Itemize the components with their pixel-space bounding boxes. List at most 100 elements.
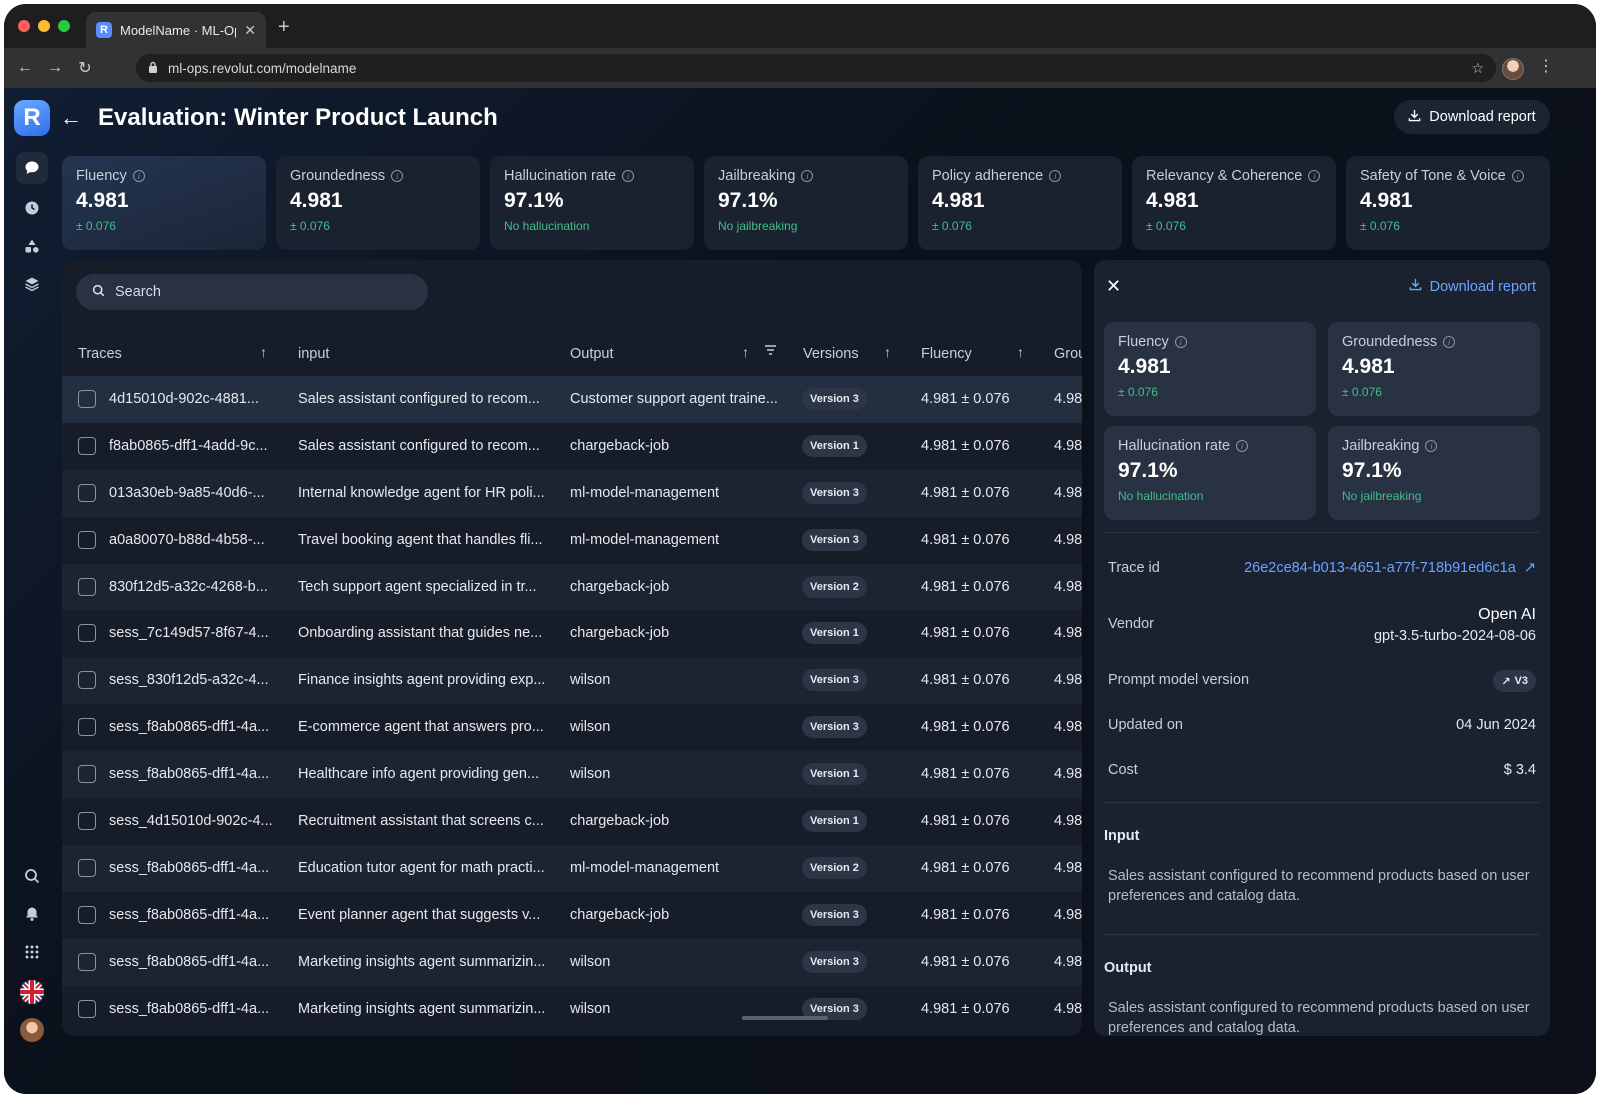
info-icon[interactable]: i bbox=[1511, 170, 1524, 182]
row-checkbox[interactable] bbox=[78, 952, 96, 971]
download-icon bbox=[1408, 109, 1421, 126]
row-checkbox[interactable] bbox=[78, 436, 96, 455]
table-row[interactable]: sess_f8ab0865-dff1-4a... Marketing insigh… bbox=[62, 986, 1082, 1033]
browser-menu-icon[interactable]: ⋮ bbox=[1538, 56, 1554, 76]
row-checkbox[interactable] bbox=[78, 390, 96, 408]
table-row[interactable]: sess_f8ab0865-dff1-4a... Healthcare info … bbox=[62, 751, 1082, 799]
back-nav-icon[interactable]: ← bbox=[10, 59, 40, 77]
version-badge: Version 3 bbox=[802, 903, 867, 926]
trace-id-link[interactable]: 26e2ce84-b013-4651-a77f-718b91ed6c1a ↗ bbox=[1244, 560, 1536, 576]
layers-icon[interactable] bbox=[16, 268, 48, 300]
detail-metric-groundedness[interactable]: Groundedness i 4.981 ± 0.076 bbox=[1328, 322, 1540, 416]
info-icon[interactable]: i bbox=[1308, 170, 1321, 182]
minimize-window-button[interactable] bbox=[38, 20, 50, 32]
detail-metric-fluency[interactable]: Fluency i 4.981 ± 0.076 bbox=[1104, 322, 1316, 416]
info-icon[interactable]: i bbox=[391, 170, 404, 182]
row-checkbox[interactable] bbox=[78, 999, 96, 1018]
user-avatar[interactable] bbox=[20, 1018, 44, 1042]
apps-grid-icon[interactable] bbox=[16, 936, 48, 968]
row-checkbox[interactable] bbox=[78, 812, 96, 831]
metric-card-jailbreaking[interactable]: Jailbreaking i 97.1% No jailbreaking bbox=[704, 156, 908, 250]
table-row[interactable]: sess_7c149d57-8f67-4... Onboarding assist… bbox=[62, 610, 1082, 657]
column-header-traces[interactable]: Traces bbox=[78, 346, 122, 362]
detail-download-report-button[interactable]: Download report bbox=[1409, 278, 1536, 295]
row-checkbox[interactable] bbox=[78, 530, 96, 549]
table-row[interactable]: 013a30eb-9a85-40d6-... Internal knowledge… bbox=[62, 469, 1082, 517]
bookmark-star-icon[interactable]: ☆ bbox=[1471, 60, 1484, 77]
row-checkbox[interactable] bbox=[78, 483, 96, 502]
close-window-button[interactable] bbox=[18, 20, 30, 32]
table-row[interactable]: f8ab0865-dff1-4add-9c... Sales assistant … bbox=[62, 423, 1082, 470]
input-cell: Internal knowledge agent for HR poli... bbox=[298, 484, 545, 501]
metric-card-policy[interactable]: Policy adherence i 4.981 ± 0.076 bbox=[918, 156, 1122, 250]
table-row[interactable]: 4d15010d-902c-4881... Sales assistant con… bbox=[62, 376, 1082, 423]
bell-icon[interactable] bbox=[16, 898, 48, 930]
sort-up-icon[interactable]: ↑ bbox=[742, 344, 749, 360]
column-header-fluency[interactable]: Fluency bbox=[921, 346, 972, 362]
column-header-versions[interactable]: Versions bbox=[803, 346, 859, 362]
table-row[interactable]: sess_830f12d5-a32c-4... Finance insights … bbox=[62, 657, 1082, 705]
chat-icon[interactable] bbox=[16, 152, 48, 184]
shapes-icon[interactable] bbox=[16, 230, 48, 262]
sort-up-icon[interactable]: ↑ bbox=[260, 344, 267, 360]
fluency-cell: 4.981 ± 0.076 bbox=[921, 391, 1010, 407]
info-icon[interactable]: i bbox=[1443, 336, 1456, 348]
detail-metric-hallucination[interactable]: Hallucination rate i 97.1% No hallucinati… bbox=[1104, 426, 1316, 520]
metric-card-groundedness[interactable]: Groundedness i 4.981 ± 0.076 bbox=[276, 156, 480, 250]
detail-metric-jailbreaking[interactable]: Jailbreaking i 97.1% No jailbreaking bbox=[1328, 426, 1540, 520]
row-checkbox[interactable] bbox=[78, 624, 96, 643]
download-report-button[interactable]: Download report bbox=[1394, 100, 1550, 134]
maximize-window-button[interactable] bbox=[58, 20, 70, 32]
sort-up-icon[interactable]: ↑ bbox=[884, 344, 891, 360]
info-icon[interactable]: i bbox=[1236, 440, 1249, 452]
row-checkbox[interactable] bbox=[78, 577, 96, 596]
row-checkbox[interactable] bbox=[78, 718, 96, 737]
sort-up-icon[interactable]: ↑ bbox=[1017, 344, 1024, 360]
output-cell: chargeback-job bbox=[570, 625, 670, 642]
info-icon[interactable]: i bbox=[1049, 170, 1062, 182]
row-checkbox[interactable] bbox=[78, 765, 96, 784]
forward-nav-icon[interactable]: → bbox=[40, 59, 70, 77]
table-row[interactable]: 830f12d5-a32c-4268-b... Tech support agen… bbox=[62, 563, 1082, 611]
table-row[interactable]: sess_f8ab0865-dff1-4a... Event planner ag… bbox=[62, 892, 1082, 939]
search-icon[interactable] bbox=[16, 860, 48, 892]
prompt-version-badge[interactable]: ↗ V3 bbox=[1493, 670, 1536, 692]
browser-profile-avatar[interactable] bbox=[1502, 58, 1524, 80]
input-cell: E-commerce agent that answers pro... bbox=[298, 719, 544, 736]
reload-icon[interactable]: ↻ bbox=[70, 58, 100, 78]
uk-flag-icon[interactable] bbox=[20, 980, 44, 1004]
horizontal-scrollbar[interactable] bbox=[742, 1016, 828, 1020]
close-icon[interactable]: ✕ bbox=[1106, 276, 1121, 297]
column-header-input[interactable]: input bbox=[298, 346, 329, 362]
tab-close-icon[interactable]: ✕ bbox=[244, 22, 256, 39]
table-row[interactable]: sess_f8ab0865-dff1-4a... E-commerce agent… bbox=[62, 704, 1082, 751]
metric-card-safety[interactable]: Safety of Tone & Voice i 4.981 ± 0.076 bbox=[1346, 156, 1550, 250]
back-arrow-icon[interactable]: ← bbox=[60, 105, 82, 131]
column-header-output[interactable]: Output bbox=[570, 346, 614, 362]
table-row[interactable]: a0a80070-b88d-4b58-... Travel booking age… bbox=[62, 517, 1082, 564]
app-logo[interactable]: R bbox=[14, 100, 50, 136]
row-checkbox[interactable] bbox=[78, 671, 96, 690]
row-checkbox[interactable] bbox=[78, 905, 96, 924]
history-icon[interactable] bbox=[16, 192, 48, 224]
table-row[interactable]: sess_4d15010d-902c-4... Recruitment assis… bbox=[62, 798, 1082, 845]
address-bar[interactable]: ml-ops.revolut.com/modelname ☆ bbox=[136, 54, 1496, 82]
table-row[interactable]: sess_f8ab0865-dff1-4a... Education tutor … bbox=[62, 844, 1082, 892]
row-checkbox[interactable] bbox=[78, 858, 96, 877]
info-icon[interactable]: i bbox=[132, 170, 145, 182]
filter-icon[interactable] bbox=[764, 343, 777, 359]
metric-value: 4.981 bbox=[932, 189, 985, 212]
search-input[interactable]: Search bbox=[76, 274, 428, 310]
browser-tab[interactable]: R ModelName · ML-Ops ✕ bbox=[86, 12, 266, 48]
metric-card-hallucination[interactable]: Hallucination rate i 97.1% No hallucinati… bbox=[490, 156, 694, 250]
info-icon[interactable]: i bbox=[1174, 336, 1187, 348]
table-row[interactable]: sess_f8ab0865-dff1-4a... Marketing insigh… bbox=[62, 938, 1082, 986]
info-icon[interactable]: i bbox=[622, 170, 635, 182]
info-icon[interactable]: i bbox=[801, 170, 814, 182]
new-tab-icon[interactable]: + bbox=[278, 17, 290, 37]
cost-value: $ 3.4 bbox=[1503, 762, 1536, 778]
column-header-groundedness[interactable]: Grou bbox=[1054, 346, 1082, 362]
metric-card-fluency[interactable]: Fluency i 4.981 ± 0.076 bbox=[62, 156, 266, 250]
info-icon[interactable]: i bbox=[1425, 440, 1438, 452]
metric-card-relevancy[interactable]: Relevancy & Coherence i 4.981 ± 0.076 bbox=[1132, 156, 1336, 250]
